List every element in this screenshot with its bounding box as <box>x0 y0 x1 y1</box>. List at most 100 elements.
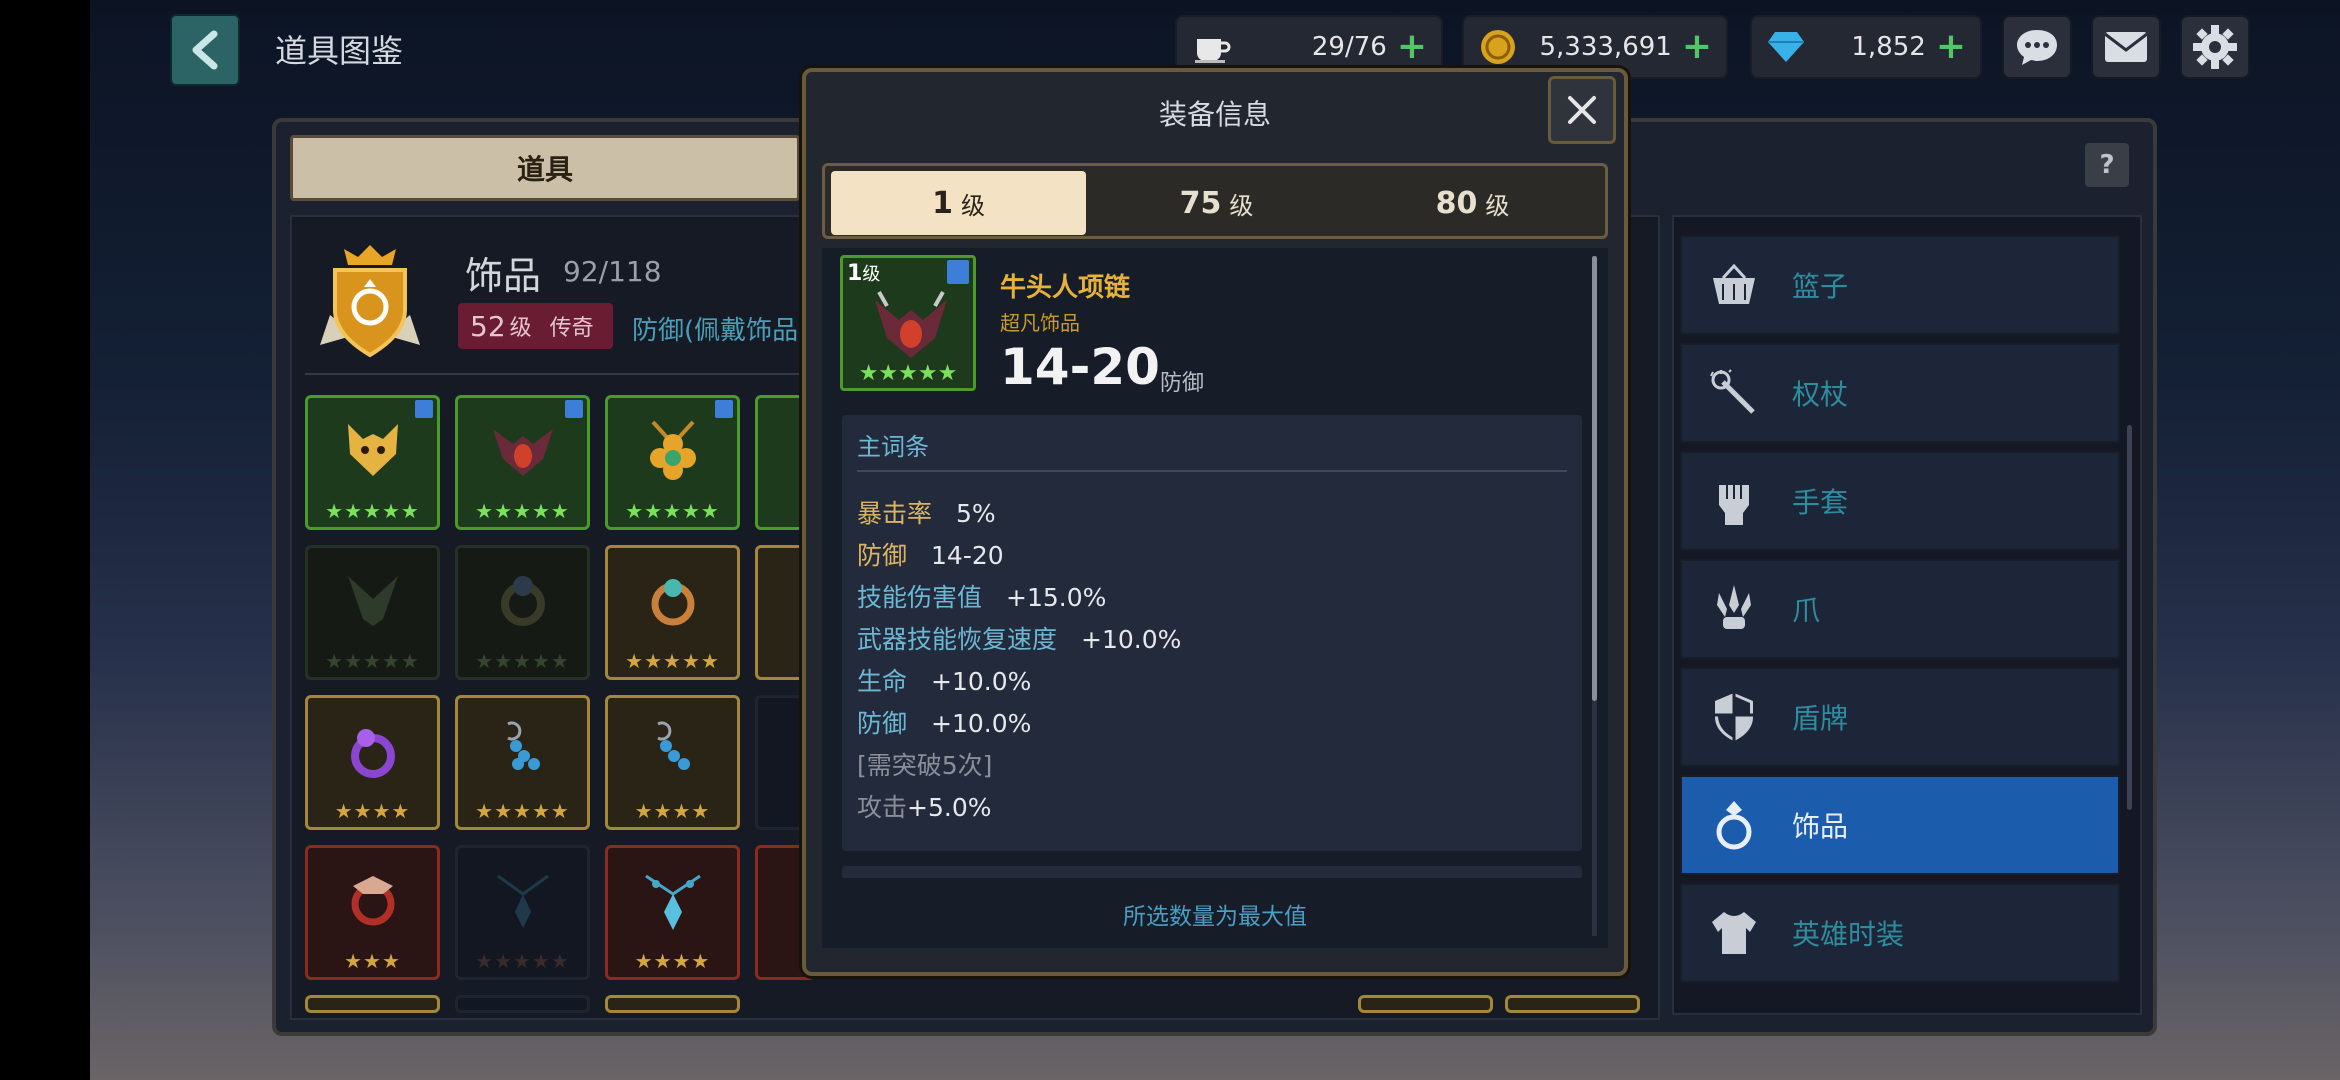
item-slot[interactable]: ★★★★ <box>305 695 440 830</box>
category-item-costume[interactable]: 英雄时装 <box>1680 883 2120 983</box>
divider <box>857 470 1567 472</box>
back-button[interactable] <box>170 14 240 86</box>
stat-row: 暴击率 5% <box>857 494 996 530</box>
gold-value: 5,333,691 <box>1539 32 1672 62</box>
item-icon: 1级 ★★★★★ <box>840 255 976 391</box>
crystal-pendant-icon <box>638 848 708 949</box>
fox-necklace-icon <box>338 398 408 499</box>
item-level-unit: 级 <box>862 264 881 285</box>
staff-icon <box>1704 363 1764 423</box>
bookmark-icon <box>415 400 433 418</box>
category-label: 爪 <box>1792 594 1821 627</box>
close-button[interactable] <box>1548 76 1616 144</box>
bookmark-icon <box>715 400 733 418</box>
mail-button[interactable] <box>2091 15 2161 79</box>
item-slot[interactable] <box>1358 995 1493 1013</box>
item-slot[interactable]: ★★★ <box>305 845 440 980</box>
star-rating: ★★★★ <box>334 799 411 823</box>
level-tabs: 1级 75 级 80 级 <box>822 163 1608 239</box>
item-slot[interactable]: ★★★★★ <box>455 395 590 530</box>
main-stats-title: 主词条 <box>857 433 929 461</box>
modal-scrollbar[interactable] <box>1592 256 1597 936</box>
category-description: 防御(佩戴饰品 <box>632 316 799 346</box>
chat-button[interactable] <box>2002 15 2072 79</box>
item-slot-locked[interactable]: ★★★★★ <box>305 545 440 680</box>
basket-icon <box>1704 255 1764 315</box>
scrollbar-thumb[interactable] <box>1592 256 1597 701</box>
stat-row: 生命 +10.0% <box>857 662 1031 698</box>
item-slot[interactable] <box>455 995 590 1013</box>
item-slot[interactable]: ★★★★★ <box>605 395 740 530</box>
stat-name: 攻击 <box>857 793 908 822</box>
stat-name: 武器技能恢复速度 <box>857 625 1058 654</box>
category-level-badge: 52 级 传奇 <box>458 303 613 349</box>
category-item-accessory[interactable]: 饰品 <box>1680 775 2120 875</box>
category-level-unit: 级 <box>509 316 532 341</box>
costume-icon <box>1704 903 1764 963</box>
item-slot-locked[interactable]: ★★★★★ <box>455 545 590 680</box>
stat-name: 暴击率 <box>857 499 933 528</box>
help-button[interactable]: ? <box>2085 143 2129 187</box>
stat-row: [需突破5次] <box>857 746 1016 782</box>
dark-ring-icon <box>488 548 558 649</box>
item-level-label: 1级 <box>847 260 880 286</box>
glove-icon <box>1704 471 1764 531</box>
add-gold-button[interactable]: + <box>1682 29 1712 65</box>
dragon-ring-icon <box>338 848 408 949</box>
tab-level-80[interactable]: 80 级 <box>1345 171 1600 235</box>
stat-row: 防御 14-20 <box>857 536 1004 572</box>
category-item-claw[interactable]: 爪 <box>1680 559 2120 659</box>
minotaur-necklace-icon <box>875 291 947 358</box>
item-slot[interactable] <box>305 995 440 1013</box>
settings-button[interactable] <box>2180 15 2250 79</box>
item-slot[interactable] <box>605 995 740 1013</box>
coffee-cup-icon <box>1191 27 1231 67</box>
stat-row: 武器技能恢复速度 +10.0% <box>857 620 1181 656</box>
ring-icon <box>1704 795 1764 855</box>
star-rating: ★★★★ <box>634 799 711 823</box>
category-item-basket[interactable]: 篮子 <box>1680 235 2120 335</box>
stat-value: +15.0% <box>1006 583 1107 612</box>
item-defense-range: 14-20 <box>1000 338 1160 396</box>
tab-level-1[interactable]: 1级 <box>831 171 1086 235</box>
category-item-glove[interactable]: 手套 <box>1680 451 2120 551</box>
category-scrollbar[interactable] <box>2127 425 2132 810</box>
category-item-shield[interactable]: 盾牌 <box>1680 667 2120 767</box>
star-rating: ★★★★★ <box>475 649 570 673</box>
tab-level-75[interactable]: 75 级 <box>1089 171 1344 235</box>
category-label: 盾牌 <box>1792 702 1849 735</box>
tab-level-value: 1 <box>932 185 953 221</box>
stat-row: 攻击+5.0% <box>857 788 991 824</box>
item-slot[interactable]: ★★★★★ <box>455 695 590 830</box>
flower-pendant-icon <box>638 398 708 499</box>
page-title: 道具图鉴 <box>275 32 404 70</box>
item-slot[interactable]: ★★★★★ <box>305 395 440 530</box>
bookmark-icon <box>947 260 969 284</box>
category-rank: 传奇 <box>549 316 594 341</box>
category-item-staff[interactable]: 权杖 <box>1680 343 2120 443</box>
star-rating: ★★★★★ <box>475 949 570 973</box>
category-label: 权杖 <box>1792 378 1849 411</box>
claw-icon <box>1704 579 1764 639</box>
item-slot[interactable] <box>1505 995 1640 1013</box>
add-gems-button[interactable]: + <box>1936 29 1966 65</box>
add-stamina-button[interactable]: + <box>1397 29 1427 65</box>
star-rating: ★★★★★ <box>625 499 720 523</box>
category-label: 饰品 <box>1792 810 1849 843</box>
stat-value: +10.0% <box>931 667 1032 696</box>
item-name: 牛头人项链 <box>1000 273 1131 303</box>
item-slot-locked[interactable]: ★★★★★ <box>455 845 590 980</box>
tab-level-unit: 级 <box>960 191 985 220</box>
category-label: 英雄时装 <box>1792 918 1905 951</box>
dark-pendant-icon <box>488 848 558 949</box>
tab-items[interactable]: 道具 <box>290 135 800 201</box>
item-slot[interactable]: ★★★★ <box>605 845 740 980</box>
stat-value: 14-20 <box>931 541 1004 570</box>
bookmark-icon <box>565 400 583 418</box>
stat-value: +10.0% <box>1081 625 1182 654</box>
modal-footer-message: 所选数量为最大值 <box>822 880 1608 948</box>
item-slot[interactable]: ★★★★ <box>605 695 740 830</box>
item-slot[interactable]: ★★★★★ <box>605 545 740 680</box>
close-icon <box>1568 96 1596 124</box>
shield-icon <box>1704 687 1764 747</box>
